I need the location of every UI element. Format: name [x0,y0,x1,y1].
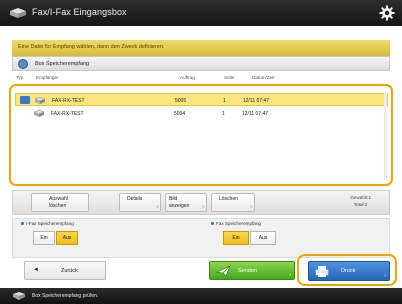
file-list: FAX-RX-TEST 5005 1 12/11 07:47 FAX-RX-TE… [9,84,393,186]
send-icon [216,265,231,277]
box-icon [18,59,28,69]
checkbox-icon[interactable] [20,96,30,104]
preview-button[interactable]: Bild anzeigen › [165,193,207,212]
gear-icon[interactable] [379,5,395,21]
chevron-right-icon: › [156,203,158,210]
fax-option-label: Fax Speicherempfang [216,221,261,226]
box-header: Box Speicherempfang [12,56,390,71]
column-pages[interactable]: Seite [224,75,234,80]
row-pages: 1 [223,98,226,104]
row-recipient: FAX-RX-TEST [52,98,85,104]
title-bar: Fax/I-Fax Eingangsbox [0,0,402,26]
column-recipient[interactable]: Empfänger [36,75,58,80]
details-button[interactable]: Details › [119,193,161,212]
status-text: Box Speicherempfang prüfen. [32,293,99,299]
column-datetime[interactable]: Datum/Zeit [252,75,274,80]
arrow-left-icon: ◄ [33,267,39,273]
page-title: Fax/I-Fax Eingangsbox [32,7,127,17]
print-button[interactable]: Druck › [308,261,390,281]
instruction-banner: Eine Datei für Empfang wählen, dann den … [12,40,390,56]
action-toolbar: Auswahl löschen Details › Bild anzeigen … [12,190,390,215]
row-job: 5004 [174,111,186,117]
row-pages: 1 [222,111,225,117]
chevron-right-icon: › [289,272,291,278]
ifax-off-button[interactable]: Aus [56,231,78,245]
column-type[interactable]: Typ [16,75,23,80]
chevron-right-icon: › [202,203,204,210]
table-row[interactable]: FAX-RX-TEST 5004 1 12/11 07:47 [15,107,388,120]
selection-count: Gewählt:1 Total:2 [350,195,371,207]
back-button[interactable]: ◄ Zurück [24,261,106,280]
row-datetime: 12/11 07:47 [242,111,269,117]
fax-logo-icon [13,292,25,300]
print-icon [315,266,329,277]
ifax-option-label: I-Fax Speicherempfang [26,221,74,226]
print-highlight: Druck › [297,254,397,286]
receive-options: I-Fax Speicherempfang Ein Aus Fax Speich… [12,218,390,258]
chevron-right-icon: › [384,273,386,279]
list-scrollbar[interactable] [384,92,387,180]
column-job[interactable]: Auftrag [180,75,195,80]
row-recipient: FAX-RX-TEST [51,111,84,117]
fax-logo-icon [10,8,26,18]
fax-off-button[interactable]: Aus [250,231,276,245]
deselect-button[interactable]: Auswahl löschen [31,193,89,212]
send-button[interactable]: Senden › [209,261,295,280]
fax-on-button[interactable]: Ein [223,231,249,245]
ifax-on-button[interactable]: Ein [33,231,55,245]
fax-document-icon [34,96,46,104]
row-job: 5005 [175,98,187,104]
fax-document-icon [33,109,45,117]
row-datetime: 12/11 07:47 [243,98,270,104]
chevron-right-icon: › [250,203,252,210]
box-title: Box Speicherempfang [35,60,90,67]
delete-button[interactable]: Löschen › [211,193,255,212]
status-bar: Box Speicherempfang prüfen. [0,288,402,304]
column-header-row: Typ Empfänger Auftrag Seite Datum/Zeit [14,74,390,82]
ifax-option-group: I-Fax Speicherempfang [21,221,74,226]
table-row[interactable]: FAX-RX-TEST 5005 1 12/11 07:47 [15,93,388,106]
fax-option-group: Fax Speicherempfang [211,221,261,226]
